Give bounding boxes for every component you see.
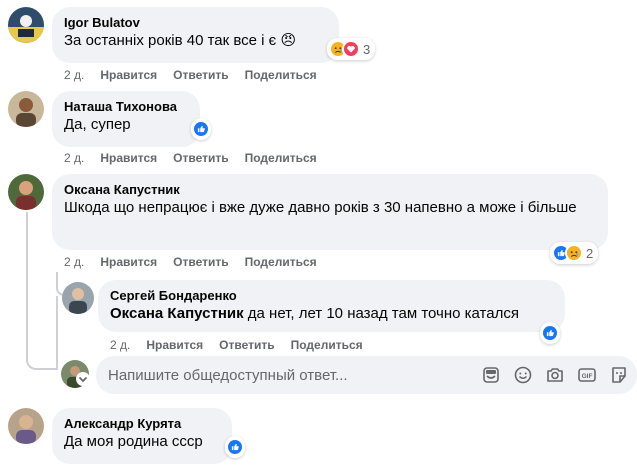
like-button[interactable]: Нравится xyxy=(100,67,157,83)
comment-text: Да моя родина ссср xyxy=(64,433,203,450)
avatar-natasha-tihonova[interactable] xyxy=(8,91,44,127)
thread-line xyxy=(26,212,28,360)
avatar-alexandr-kuryata[interactable] xyxy=(8,408,44,444)
share-button[interactable]: Поделиться xyxy=(245,150,317,166)
comment-author[interactable]: Оксана Капустник xyxy=(64,182,596,198)
avatar-oksana-kapustnik[interactable] xyxy=(8,174,44,210)
comment-text: Да, супер xyxy=(64,116,131,133)
emoji-angry: 😠 xyxy=(280,32,297,49)
comment-time[interactable]: 2 д. xyxy=(64,67,84,83)
reaction-summary[interactable] xyxy=(540,322,560,344)
reaction-summary[interactable]: 2 xyxy=(550,242,599,264)
comment-bubble: Оксана Капустник Шкода що непрацює і вже… xyxy=(52,174,608,250)
svg-text:GIF: GIF xyxy=(582,373,593,380)
comment-text: Оксана Капустник да нет, лет 10 назад та… xyxy=(110,305,519,322)
comment-time[interactable]: 2 д. xyxy=(64,254,84,270)
reply-button[interactable]: Ответить xyxy=(173,150,228,166)
comment-text: Шкода що непрацює і вже дуже давно років… xyxy=(64,199,577,216)
like-icon xyxy=(226,438,244,456)
share-button[interactable]: Поделиться xyxy=(245,67,317,83)
gif-icon[interactable]: GIF xyxy=(577,365,597,385)
avatar-igor-bulatov[interactable] xyxy=(8,7,44,43)
comment-actions: 2 д. Нравится Ответить Поделиться xyxy=(64,67,333,83)
like-icon xyxy=(192,120,210,138)
reply-button[interactable]: Ответить xyxy=(173,67,228,83)
camera-icon[interactable] xyxy=(545,365,565,385)
like-button[interactable]: Нравится xyxy=(100,254,157,270)
comment-author[interactable]: Наташа Тихонова xyxy=(64,99,188,115)
love-icon xyxy=(342,40,360,58)
comment-bubble: Сергей Бондаренко Оксана Капустник да не… xyxy=(98,280,565,332)
attach-sticker-icon[interactable] xyxy=(609,365,629,385)
avatar-sergey-bondarenko[interactable] xyxy=(62,282,94,314)
like-icon xyxy=(541,324,559,342)
reaction-summary[interactable]: 3 xyxy=(327,38,376,60)
reply-button[interactable]: Ответить xyxy=(219,337,274,353)
comment-actions: 2 д. Нравится Ответить Поделиться xyxy=(64,254,333,270)
like-button[interactable]: Нравится xyxy=(100,150,157,166)
comment-author[interactable]: Igor Bulatov xyxy=(64,15,327,31)
emoji-icon[interactable] xyxy=(513,365,533,385)
like-button[interactable]: Нравится xyxy=(146,337,203,353)
reply-input[interactable] xyxy=(108,366,469,384)
thread-connector xyxy=(26,350,58,370)
share-button[interactable]: Поделиться xyxy=(245,254,317,270)
reaction-count: 2 xyxy=(586,245,594,261)
comment-actions: 2 д. Нравится Ответить Поделиться xyxy=(110,337,379,353)
reaction-count: 3 xyxy=(363,41,371,57)
comment-bubble: Александр Курята Да моя родина ссср xyxy=(52,408,232,464)
comment-author[interactable]: Александр Курята xyxy=(64,416,220,432)
comment-time[interactable]: 2 д. xyxy=(64,150,84,166)
comment-bubble: Наташа Тихонова Да, супер xyxy=(52,91,200,147)
mention-link[interactable]: Оксана Капустник xyxy=(110,305,244,322)
comment-bubble: Igor Bulatov За останніх років 40 так вс… xyxy=(52,7,339,63)
comment-author[interactable]: Сергей Бондаренко xyxy=(110,288,553,304)
share-button[interactable]: Поделиться xyxy=(291,337,363,353)
sticker-icon[interactable] xyxy=(481,365,501,385)
reply-button[interactable]: Ответить xyxy=(173,254,228,270)
chevron-down-icon[interactable] xyxy=(76,372,90,386)
reaction-summary[interactable] xyxy=(225,436,245,458)
reply-composer: GIF xyxy=(96,356,637,394)
comment-text: За останніх років 40 так все і є 😠 xyxy=(64,32,297,49)
reaction-summary[interactable] xyxy=(191,118,211,140)
comment-time[interactable]: 2 д. xyxy=(110,337,130,353)
comment-actions: 2 д. Нравится Ответить Поделиться xyxy=(64,150,333,166)
sad-icon xyxy=(565,244,583,262)
